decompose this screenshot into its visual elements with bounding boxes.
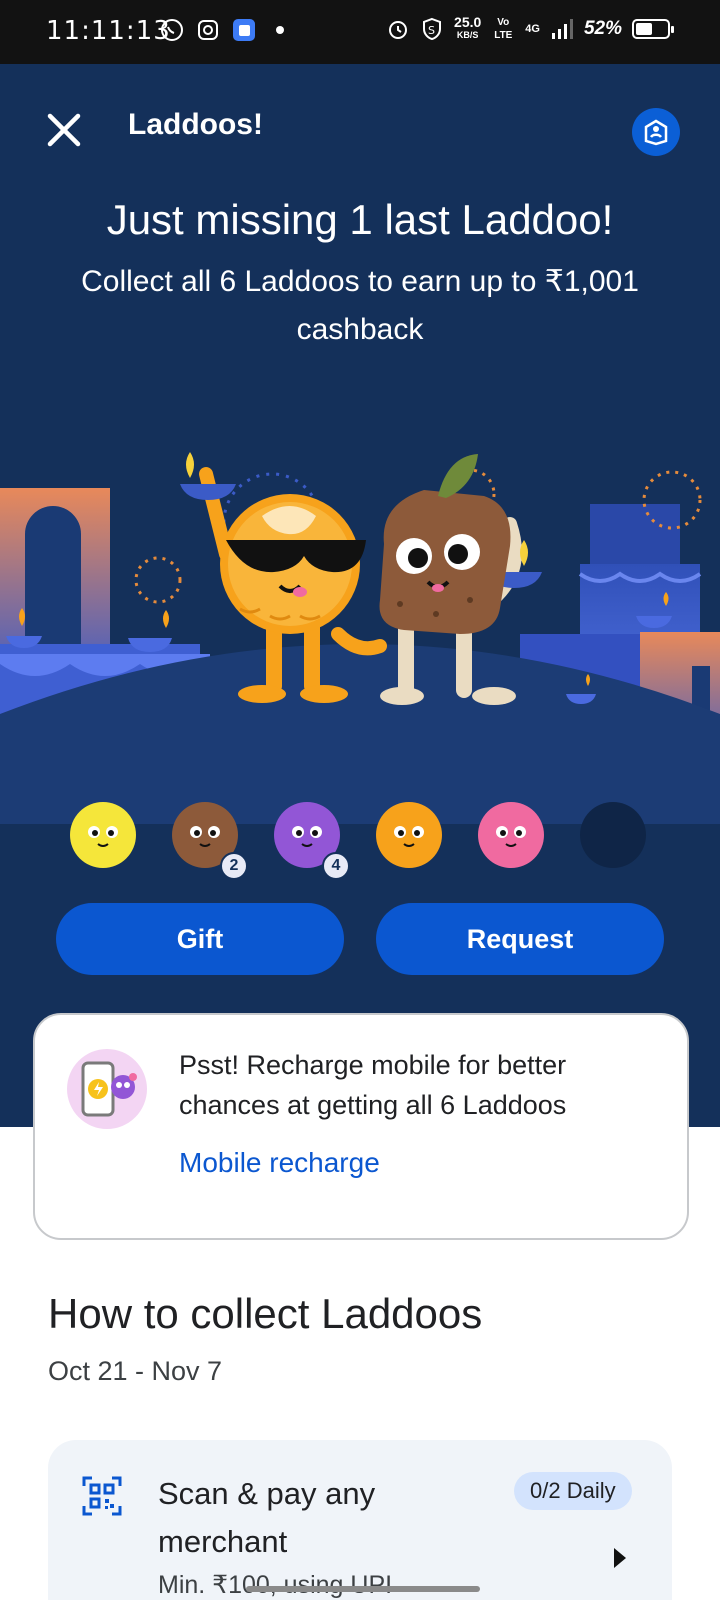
laddoo-token-missing-laddoo[interactable]: [580, 802, 646, 868]
battery-icon: [632, 19, 674, 39]
net-speed: 25.0 KB/S: [454, 14, 482, 40]
dot-icon: [276, 26, 284, 34]
battery-fill: [636, 23, 652, 35]
laddoo-face: [496, 826, 526, 847]
page-title: Laddoos!: [128, 108, 263, 141]
laddoo-face: [394, 826, 424, 847]
diwali-illustration: [0, 452, 720, 824]
how-to-title: How to collect Laddoos: [48, 1290, 483, 1337]
hero-subline: Collect all 6 Laddoos to earn up to ₹1,0…: [81, 265, 639, 346]
laddoo-token-sunglasses-laddoo[interactable]: [376, 802, 442, 868]
task-card-scan-pay[interactable]: Scan & pay any merchant Min. ₹100, using…: [48, 1440, 672, 1600]
app-icon: [233, 19, 255, 41]
laddoo-face: [88, 826, 118, 847]
guide-button[interactable]: [632, 108, 680, 156]
network-type: 4G: [525, 23, 540, 35]
close-icon[interactable]: [44, 110, 84, 150]
laddoo-token-purple-laddoo[interactable]: 4: [274, 802, 350, 880]
request-button[interactable]: Request: [376, 903, 664, 975]
qr-scan-icon: [82, 1476, 122, 1516]
campaign-dates: Oct 21 - Nov 7: [48, 1356, 223, 1386]
svg-text:S: S: [428, 24, 435, 37]
phone-recharge-icon: [67, 1049, 147, 1129]
status-time: 11:11:13: [46, 16, 171, 46]
laddoo-token-pink-laddoo[interactable]: [478, 802, 544, 868]
laddoo-count-badge: 2: [220, 852, 248, 880]
shield-icon: S: [423, 17, 442, 41]
volte-label: Vo LTE: [494, 17, 513, 41]
instagram-icon: [198, 20, 218, 40]
laddoo-token-brown-laddoo[interactable]: 2: [172, 802, 248, 880]
guide-icon: [644, 119, 668, 146]
gift-button[interactable]: Gift: [56, 903, 344, 975]
status-system-icons: S 25.0 KB/S Vo LTE 4G 52%: [386, 14, 674, 42]
laddoo-token-yellow-laddoo[interactable]: [70, 802, 136, 868]
mobile-recharge-link[interactable]: Mobile recharge: [179, 1147, 380, 1179]
promo-message: Psst! Recharge mobile for better chances…: [179, 1050, 567, 1120]
task-subtitle: Min. ₹100, using UPI: [158, 1571, 393, 1599]
battery-percent: 52%: [583, 18, 622, 39]
status-bar: 11:11:13 S 25.0 KB/S Vo LTE 4G 52%: [0, 0, 720, 64]
task-title: Scan & pay any merchant: [158, 1476, 376, 1559]
recharge-promo-card: Psst! Recharge mobile for better chances…: [33, 1013, 689, 1240]
signal-icon: [551, 19, 573, 39]
status-notification-icons: [160, 18, 292, 42]
chevron-right-icon[interactable]: [610, 1546, 630, 1570]
laddoo-count-badge: 4: [322, 852, 350, 880]
hero-headline: Just missing 1 last Laddoo!: [106, 196, 614, 243]
laddoo-collection: 24: [0, 794, 720, 884]
alarm-icon: [389, 21, 408, 39]
task-progress-badge: 0/2 Daily: [514, 1472, 632, 1510]
battery-cap: [671, 26, 674, 33]
hero-section: Laddoos! Just missing 1 last Laddoo! Col…: [0, 64, 720, 1127]
home-indicator[interactable]: [246, 1586, 480, 1592]
whatsapp-icon: [161, 19, 183, 41]
